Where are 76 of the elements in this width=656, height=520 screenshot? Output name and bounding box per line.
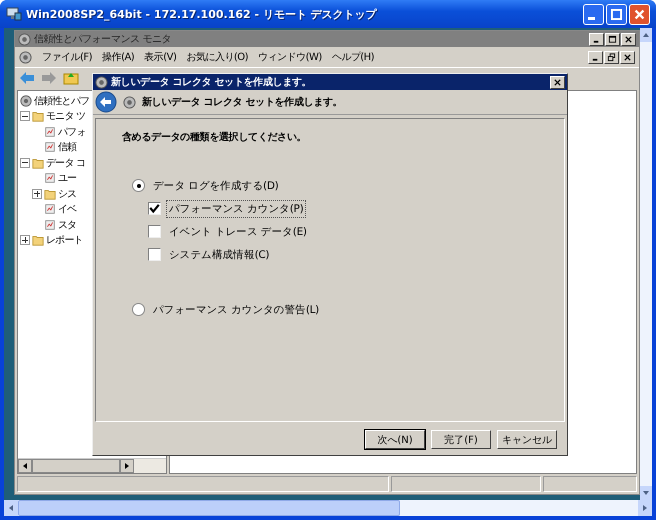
scroll-right-icon[interactable] <box>120 459 134 473</box>
dialog-button[interactable]: 次へ(N) <box>365 430 425 449</box>
tree-item[interactable]: パフォ <box>58 124 86 139</box>
collapse-toggle[interactable] <box>20 158 30 168</box>
collapse-toggle[interactable] <box>20 111 30 122</box>
expand-toggle[interactable] <box>32 188 42 199</box>
close-icon <box>633 8 646 20</box>
vertical-scrollbar[interactable] <box>640 28 652 500</box>
folder-icon <box>32 156 44 169</box>
menu-item[interactable]: 表示(V) <box>144 50 176 64</box>
close-button[interactable] <box>620 50 635 64</box>
dialog-button[interactable]: 完了(F) <box>431 430 491 449</box>
restore-button[interactable] <box>604 50 619 64</box>
close-icon <box>553 78 562 86</box>
radio-button[interactable] <box>132 303 145 316</box>
window-title: Win2008SP2_64bit - 172.17.100.162 - リモート デスクトップ <box>26 6 378 22</box>
maximize-button[interactable] <box>605 32 620 46</box>
tree-item[interactable]: レポート <box>46 233 83 248</box>
monitor-icon <box>6 6 22 22</box>
console-title: 信頼性とパフォーマンス モニタ <box>34 32 172 46</box>
minimize-button[interactable] <box>588 50 603 64</box>
horizontal-scrollbar[interactable] <box>18 458 166 473</box>
maximize-icon <box>608 34 617 44</box>
tree-item[interactable]: スタ <box>58 218 76 232</box>
minimize-button[interactable] <box>589 32 604 46</box>
menu-item[interactable]: ファイル(F) <box>42 50 92 64</box>
back-button[interactable] <box>95 91 117 113</box>
scroll-down-icon[interactable] <box>640 486 652 500</box>
checkbox[interactable] <box>148 248 161 261</box>
tree-item[interactable]: イベ <box>58 202 76 216</box>
chart-icon <box>44 218 56 231</box>
tree-item[interactable]: モニタ ツ <box>46 109 86 124</box>
option-label[interactable]: システム構成情報(C) <box>166 246 272 264</box>
radio-button[interactable] <box>132 179 145 192</box>
close-icon <box>624 34 633 44</box>
folder-icon <box>32 110 44 122</box>
checkbox[interactable] <box>148 225 161 238</box>
option-label[interactable]: データ ログを作成する(D) <box>150 176 282 194</box>
menu-item[interactable]: ヘルプ(H) <box>332 50 374 64</box>
scroll-left-icon[interactable] <box>18 459 32 473</box>
close-button[interactable] <box>550 76 565 88</box>
dialog-button[interactable]: キャンセル <box>497 430 557 449</box>
maximize-icon <box>610 8 623 20</box>
gear-icon <box>19 50 32 64</box>
option-label[interactable]: パフォーマンス カウンタ(P) <box>166 200 306 218</box>
menu-item[interactable]: 操作(A) <box>102 50 134 64</box>
tree-item[interactable]: データ コ <box>46 156 86 170</box>
gear-icon <box>18 32 31 46</box>
tree-item[interactable]: ユー <box>58 171 76 186</box>
close-button[interactable] <box>621 32 636 46</box>
checkbox[interactable] <box>148 202 161 215</box>
menu-item[interactable]: ウィンドウ(W) <box>258 50 322 64</box>
menu-item[interactable]: お気に入り(O) <box>186 50 248 64</box>
chart-icon <box>44 126 56 138</box>
scroll-up-icon[interactable] <box>640 28 652 42</box>
tree-item[interactable]: 信頼 <box>58 140 76 154</box>
tree-item[interactable]: シス <box>58 186 76 201</box>
gear-icon <box>20 94 32 107</box>
folder-icon <box>44 188 56 200</box>
scroll-thumb[interactable] <box>32 459 120 473</box>
minimize-icon <box>588 16 595 20</box>
gear-icon <box>123 96 136 108</box>
dialog-title: 新しいデータ コレクタ セットを作成します。 <box>111 75 312 89</box>
option-label[interactable]: イベント トレース データ(E) <box>166 222 310 240</box>
folder-icon <box>32 234 44 246</box>
chart-icon <box>44 203 56 216</box>
prompt-text: 含めるデータの種類を選択してください。 <box>122 130 308 144</box>
chart-icon <box>44 141 56 154</box>
chart-icon <box>44 172 56 184</box>
wizard-heading: 新しいデータ コレクタ セットを作成します。 <box>142 95 342 109</box>
close-icon <box>623 52 632 62</box>
restore-icon <box>607 52 616 62</box>
tree-item[interactable]: 信頼性とパフ <box>34 94 90 108</box>
gear-icon <box>95 76 108 88</box>
option-label[interactable]: パフォーマンス カウンタの警告(L) <box>150 300 322 318</box>
expand-toggle[interactable] <box>20 235 30 246</box>
